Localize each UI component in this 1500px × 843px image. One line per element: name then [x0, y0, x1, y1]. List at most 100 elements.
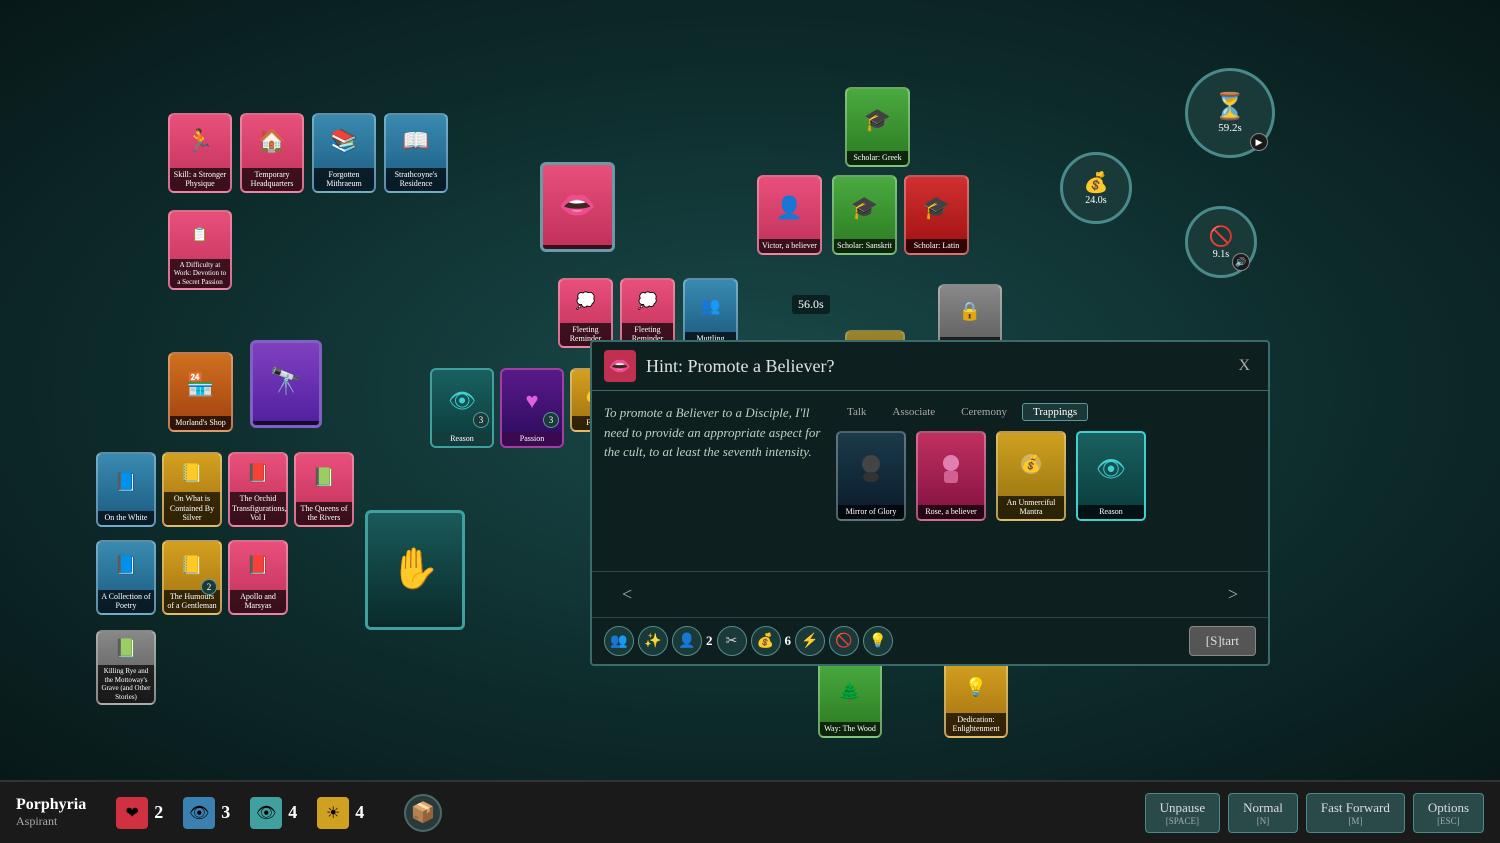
hint-tab-talk[interactable]: Talk: [836, 403, 877, 421]
card-scholar-latin[interactable]: 🎓 Scholar: Latin: [904, 175, 969, 255]
player-info: Porphyria Aspirant: [16, 796, 86, 829]
hint-card-label-unmerciful-mantra: An Unmerciful Mantra: [998, 496, 1064, 519]
hint-close-button[interactable]: X: [1232, 355, 1256, 377]
card-badge: 2: [201, 579, 217, 595]
card-label: Skill: a Stronger Physique: [170, 168, 230, 191]
options-shortcut: [ESC]: [1428, 816, 1469, 826]
normal-shortcut: [N]: [1243, 816, 1283, 826]
card-apollo-marsyas[interactable]: 📕 Apollo and Marsyas: [228, 540, 288, 615]
fast-forward-button[interactable]: Fast Forward[M]: [1306, 793, 1405, 833]
card-orchid-transfigurations[interactable]: 📕 The Orchid Transfigurations, Vol I: [228, 452, 288, 527]
card-humours-gentleman[interactable]: 📒 The Humours of a Gentleman 2: [162, 540, 222, 615]
card-hand-slot[interactable]: ✋: [365, 510, 465, 630]
stat-health: ❤ 2: [116, 797, 163, 829]
normal-button[interactable]: Normal[N]: [1228, 793, 1298, 833]
hint-icon-btn-5[interactable]: 💰: [751, 626, 781, 656]
card-killing-rye[interactable]: 📗 Killing Rye and the Mottoway's Grave (…: [96, 630, 156, 705]
player-title: Aspirant: [16, 814, 86, 829]
hint-tab-trappings[interactable]: Trappings: [1022, 403, 1088, 421]
hint-icon-btn-4[interactable]: ✂: [717, 626, 747, 656]
hint-icon-btn-1[interactable]: 👥: [604, 626, 634, 656]
hint-body: To promote a Believer to a Disciple, I'l…: [592, 391, 1268, 571]
hint-cards-row: Mirror of Glory Rose, a believer 💰: [836, 431, 1256, 521]
unpause-shortcut: [SPACE]: [1160, 816, 1206, 826]
stat-vision-value: 4: [288, 802, 297, 823]
stat-sun-value: 4: [355, 802, 364, 823]
hint-tabs: Talk Associate Ceremony Trappings: [836, 403, 1256, 421]
hint-card-unmerciful-mantra[interactable]: 💰 An Unmerciful Mantra: [996, 431, 1066, 521]
card-skill-stronger-physique[interactable]: 🏃 Skill: a Stronger Physique: [168, 113, 232, 193]
hint-icon-btn-2[interactable]: ✨: [638, 626, 668, 656]
card-scholar-sanskrit[interactable]: 🎓 Scholar: Sanskrit: [832, 175, 897, 255]
card-way-wood[interactable]: 🌲 Way: The Wood: [818, 660, 882, 738]
stat-health-value: 2: [154, 802, 163, 823]
stat-sun-icon: ☀: [317, 797, 349, 829]
hint-icon-btn-6[interactable]: ⚡: [795, 626, 825, 656]
hint-nav-next[interactable]: >: [1218, 580, 1248, 609]
stat-knowledge-icon: 👁: [183, 797, 215, 829]
bottom-bar: Porphyria Aspirant ❤ 2 👁 3 👁 4 ☀ 4 📦 Unp…: [0, 780, 1500, 843]
unpause-button[interactable]: Unpause[SPACE]: [1145, 793, 1221, 833]
hint-title: Hint: Promote a Believer?: [646, 356, 1222, 377]
hint-card-rose-believer[interactable]: Rose, a believer: [916, 431, 986, 521]
svg-text:💰: 💰: [1021, 454, 1041, 473]
hint-card-label-reason: Reason: [1078, 505, 1144, 519]
options-button[interactable]: Options[ESC]: [1413, 793, 1484, 833]
timer-label-56: 56.0s: [792, 295, 830, 314]
card-scholar-greek[interactable]: 🎓 Scholar: Greek: [845, 87, 910, 167]
collection-icon-area: 📦: [404, 794, 442, 832]
stat-knowledge: 👁 3: [183, 797, 230, 829]
card-fleeting-reminder-1[interactable]: 💭 Fleeting Reminder: [558, 278, 613, 348]
card-queens-rivers[interactable]: 📗 The Queens of the Rivers: [294, 452, 354, 527]
timer-medium-gold[interactable]: 💰 24.0s: [1060, 152, 1132, 224]
hint-icon-btn-7[interactable]: 🚫: [829, 626, 859, 656]
card-difficulty-notice[interactable]: 📋 A Difficulty at Work: Devotion to a Se…: [168, 210, 232, 290]
card-passion-slot[interactable]: ♥ Passion 3: [500, 368, 564, 448]
collection-icon[interactable]: 📦: [404, 794, 442, 832]
hint-card-mirror-glory[interactable]: Mirror of Glory: [836, 431, 906, 521]
hint-bottom-row: 👥 ✨ 👤 2 ✂ 💰 6 ⚡ 🚫 💡 [S]tart: [592, 617, 1268, 664]
timer-small-gray[interactable]: 🚫 9.1s 🔊: [1185, 206, 1257, 278]
start-button[interactable]: [S]tart: [1189, 626, 1256, 656]
card-collection-poetry[interactable]: 📘 A Collection of Poetry: [96, 540, 156, 615]
hint-cards-area: Talk Associate Ceremony Trappings Mirror…: [836, 403, 1256, 559]
hint-tab-associate[interactable]: Associate: [881, 403, 946, 421]
card-dedication-enlightenment[interactable]: 💡 Dedication: Enlightenment: [944, 660, 1008, 738]
card-contained-silver[interactable]: 📒 On What is Contained By Silver: [162, 452, 222, 527]
card-purple-telescope[interactable]: 🔭: [250, 340, 322, 428]
stat-knowledge-value: 3: [221, 802, 230, 823]
card-strathcoyne-residence[interactable]: 📖 Strathcoyne's Residence: [384, 113, 448, 193]
card-forgotten-mithraeum[interactable]: 📚 Forgotten Mithraeum: [312, 113, 376, 193]
hint-nav: < >: [592, 571, 1268, 617]
card-muttling[interactable]: 👥 Muttling: [683, 278, 738, 348]
timer-large-orange[interactable]: ⏳ 59.2s ▶: [1185, 68, 1275, 158]
hint-icon-count-5: 6: [785, 633, 792, 649]
hint-icon-count-3: 2: [706, 633, 713, 649]
card-fleeting-reminder-2[interactable]: 💭 Fleeting Reminder: [620, 278, 675, 348]
hint-bottom-icons: 👥 ✨ 👤 2 ✂ 💰 6 ⚡ 🚫 💡: [604, 626, 893, 656]
hint-tab-ceremony[interactable]: Ceremony: [950, 403, 1018, 421]
card-morlands-shop[interactable]: 🏪 Morland's Shop: [168, 352, 233, 432]
bottom-buttons: Unpause[SPACE] Normal[N] Fast Forward[M]…: [1145, 793, 1484, 833]
stat-vision: 👁 4: [250, 797, 297, 829]
stat-sun: ☀ 4: [317, 797, 364, 829]
hint-description: To promote a Believer to a Disciple, I'l…: [604, 403, 824, 559]
card-victor-believer[interactable]: 👤 Victor, a believer: [757, 175, 822, 255]
hint-card-reason[interactable]: 👁 Reason: [1076, 431, 1146, 521]
card-on-white[interactable]: 📘 On the White: [96, 452, 156, 527]
hint-card-label-rose-believer: Rose, a believer: [918, 505, 984, 519]
stat-health-icon: ❤: [116, 797, 148, 829]
card-reason-slot[interactable]: 👁 Reason 3: [430, 368, 494, 448]
hint-icon-btn-3[interactable]: 👤: [672, 626, 702, 656]
hint-dialog: 👄 Hint: Promote a Believer? X To promote…: [590, 340, 1270, 666]
card-lips[interactable]: 👄: [540, 162, 615, 252]
hint-nav-prev[interactable]: <: [612, 580, 642, 609]
hint-card-label-mirror-glory: Mirror of Glory: [838, 505, 904, 519]
hint-header: 👄 Hint: Promote a Believer? X: [592, 342, 1268, 391]
card-temporary-headquarters[interactable]: 🏠 Temporary Headquarters: [240, 113, 304, 193]
stat-vision-icon: 👁: [250, 797, 282, 829]
hint-icon: 👄: [604, 350, 636, 382]
game-board: 🏃 Skill: a Stronger Physique 🏠 Temporary…: [0, 0, 1500, 780]
hint-icon-btn-8[interactable]: 💡: [863, 626, 893, 656]
fast-forward-shortcut: [M]: [1321, 816, 1390, 826]
